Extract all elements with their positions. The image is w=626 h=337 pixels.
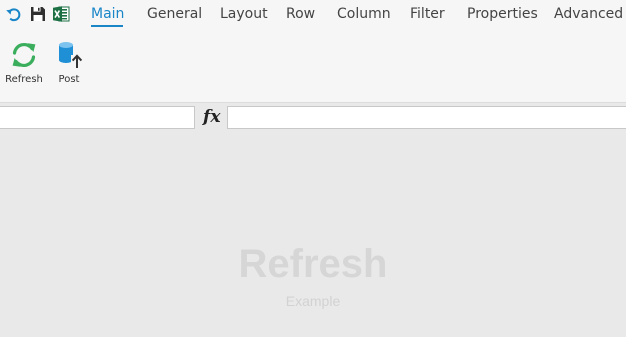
tab-advanced[interactable]: Advanced: [554, 5, 623, 23]
tab-row[interactable]: Row: [286, 5, 315, 23]
save-icon[interactable]: [29, 5, 47, 23]
refresh-button-label: Refresh: [5, 74, 43, 85]
active-tab-indicator: [91, 25, 123, 27]
tab-layout[interactable]: Layout: [220, 5, 268, 23]
undo-icon[interactable]: [5, 5, 23, 23]
refresh-button[interactable]: Refresh: [3, 40, 45, 90]
tab-column[interactable]: Column: [337, 5, 391, 23]
database-upload-icon: [59, 42, 83, 69]
sheet-content-area[interactable]: Refresh Example: [0, 133, 626, 337]
formula-input[interactable]: [227, 106, 626, 129]
tab-properties[interactable]: Properties: [467, 5, 538, 23]
watermark-title: Refresh: [238, 242, 388, 286]
spreadsheet-app-window: Main General Layout Row Column Filter Pr…: [0, 0, 626, 337]
formula-bar: fx: [0, 103, 626, 133]
fx-label: fx: [203, 107, 221, 127]
refresh-icon: [12, 43, 36, 67]
post-button[interactable]: Post: [52, 40, 86, 90]
tab-main[interactable]: Main: [91, 5, 124, 23]
ribbon: Main General Layout Row Column Filter Pr…: [0, 0, 626, 103]
name-box[interactable]: [0, 106, 195, 129]
excel-icon[interactable]: [52, 5, 70, 23]
tab-filter[interactable]: Filter: [410, 5, 445, 23]
tab-general[interactable]: General: [147, 5, 202, 23]
watermark-subtitle: Example: [285, 293, 341, 309]
post-button-label: Post: [58, 74, 80, 85]
